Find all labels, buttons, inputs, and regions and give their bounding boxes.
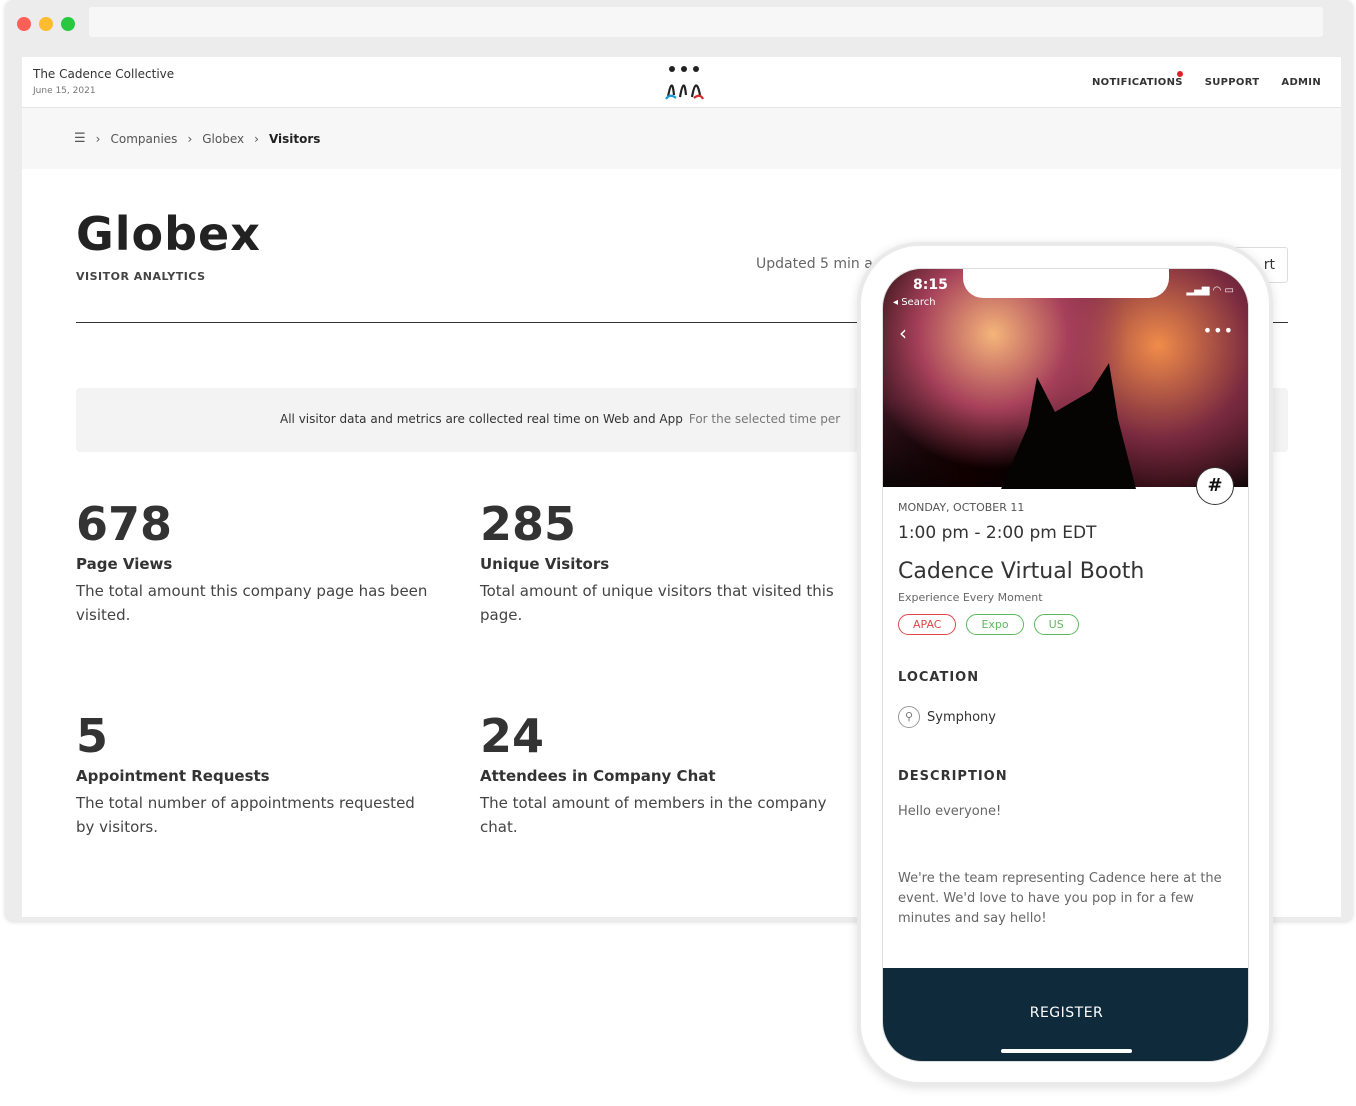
more-options-icon[interactable]: ••• [1203,321,1234,340]
breadcrumb: ☰ › Companies › Globex › Visitors [22,108,1341,169]
event-image [883,269,1248,489]
org-name: The Cadence Collective [33,67,175,81]
banner-subtext: For the selected time per [688,412,841,426]
phone-notch [963,269,1169,298]
description-line1: Hello everyone! [898,804,1002,819]
tag-expo[interactable]: Expo [966,614,1024,635]
stat-appointment-requests: 5 Appointment Requests The total number of… [76,709,415,836]
phone-mockup: 8:15 ◂ Search ▂▄▆ ◠ ▭ ‹ ••• # MONDAY, OC… [857,242,1273,1086]
tag-apac[interactable]: APAC [898,614,957,635]
signal-wifi-battery-icon: ▂▄▆ ◠ ▭ [1186,285,1234,296]
location-pin-icon: ⚲ [898,706,920,728]
notification-badge [1176,71,1183,77]
status-time: 8:15 [913,277,948,293]
nav-support[interactable]: SUPPORT [1205,77,1260,88]
hashtag-icon[interactable]: # [1196,467,1234,505]
stat-unique-visitors: 285 Unique Visitors Total amount of unique… [480,497,834,624]
description-body: We're the team representing Cadence here… [898,871,1222,926]
back-to-search[interactable]: ◂ Search [893,297,936,308]
back-chevron-icon[interactable]: ‹ [899,321,907,345]
event-tagline: Experience Every Moment [898,591,1043,604]
location-heading: LOCATION [898,670,980,685]
event-tags: APAC Expo US [898,613,1089,635]
updated-text: Updated 5 min a [756,256,873,272]
banner-text: All visitor data and metrics are collect… [280,412,683,426]
stat-chat-attendees: 24 Attendees in Company Chat The total amo… [480,709,827,836]
page-title: Globex [76,207,261,261]
home-indicator [1001,1049,1132,1053]
maximize-window-button[interactable] [61,17,75,31]
description-heading: DESCRIPTION [898,769,1008,784]
event-day: MONDAY, OCTOBER 11 [898,501,1025,514]
tag-us[interactable]: US [1033,614,1079,635]
nav-admin[interactable]: ADMIN [1281,77,1321,88]
top-header: The Cadence Collective June 15, 2021 NOT… [22,57,1341,108]
close-window-button[interactable] [17,17,31,31]
nav-notifications[interactable]: NOTIFICATIONS [1092,77,1183,88]
event-title: Cadence Virtual Booth [898,559,1145,584]
address-bar[interactable] [89,7,1323,37]
page-subtitle: VISITOR ANALYTICS [76,270,206,283]
location-name: Symphony [927,710,996,725]
breadcrumb-companies[interactable]: Companies [110,132,177,146]
cadence-logo[interactable] [664,65,704,101]
breadcrumb-globex[interactable]: Globex [202,132,244,146]
register-button[interactable]: REGISTER [883,968,1248,1061]
ticket-icon[interactable]: ☰ [74,131,86,146]
event-hours: 1:00 pm - 2:00 pm EDT [898,523,1097,543]
header-date: June 15, 2021 [33,86,96,96]
stat-page-views: 678 Page Views The total amount this compa… [76,497,428,624]
phone-screen: 8:15 ◂ Search ▂▄▆ ◠ ▭ ‹ ••• # MONDAY, OC… [882,268,1249,1062]
breadcrumb-visitors: Visitors [268,131,321,146]
minimize-window-button[interactable] [39,17,53,31]
